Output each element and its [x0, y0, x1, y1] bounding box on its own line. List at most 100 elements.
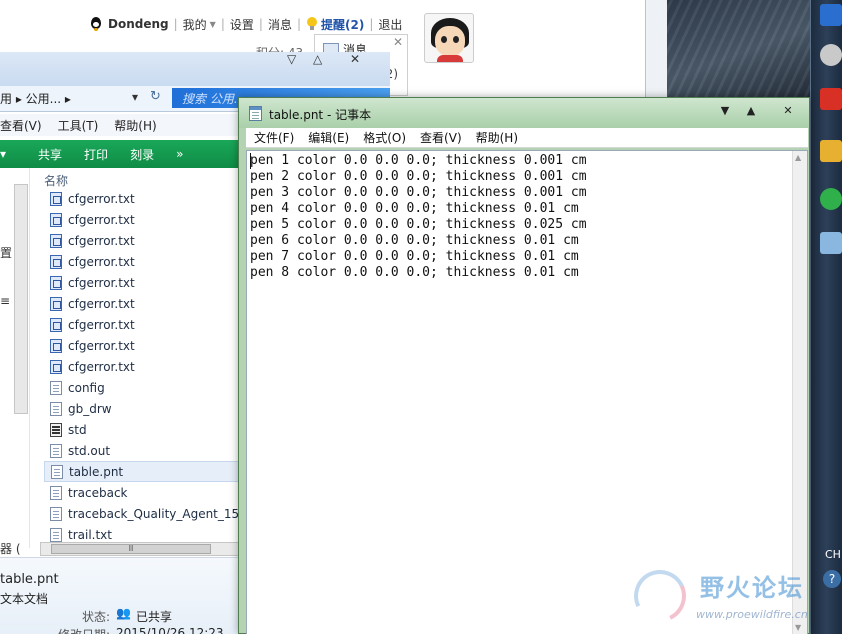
document-icon[interactable]: [820, 88, 842, 110]
list-item[interactable]: std: [44, 419, 240, 440]
scroll-up-icon[interactable]: ▲: [795, 153, 801, 162]
refresh-icon[interactable]: ↻: [150, 89, 161, 104]
list-item[interactable]: cfgerror.txt: [44, 314, 240, 335]
text-line[interactable]: pen 8 color 0.0 0.0 0.0; thickness 0.01 …: [250, 265, 587, 281]
nav-label[interactable]: 器 (: [0, 540, 21, 557]
notepad-icon: [249, 106, 262, 121]
file-name: cfgerror.txt: [68, 275, 135, 290]
list-item[interactable]: cfgerror.txt: [44, 293, 240, 314]
qq-penguin-icon: [88, 16, 104, 32]
batch-file-icon: [50, 422, 62, 437]
file-name: config: [68, 380, 105, 395]
watermark-title: 野火论坛: [700, 574, 804, 602]
file-name: cfgerror.txt: [68, 254, 135, 269]
remind-link[interactable]: 提醒(2): [321, 16, 364, 33]
divider: |: [220, 17, 225, 31]
watermark-url: www.proewildfire.cn: [696, 608, 808, 621]
text-line[interactable]: pen 2 color 0.0 0.0 0.0; thickness 0.001…: [250, 169, 587, 185]
menu-view[interactable]: 查看(V): [0, 117, 42, 134]
chevron-down-icon[interactable]: ▾: [132, 90, 138, 104]
chevron-down-icon[interactable]: ▼: [210, 20, 216, 29]
horizontal-scrollbar[interactable]: Ⅲ: [40, 542, 240, 556]
disk-icon[interactable]: [820, 44, 842, 66]
list-item[interactable]: cfgerror.txt: [44, 251, 240, 272]
close-icon[interactable]: ✕: [350, 52, 360, 66]
avatar[interactable]: [424, 13, 474, 63]
settings-link[interactable]: 设置: [230, 16, 254, 33]
explorer-titlebar: ▽ △ ✕: [0, 52, 390, 88]
text-line[interactable]: pen 4 color 0.0 0.0 0.0; thickness 0.01 …: [250, 201, 587, 217]
vertical-scrollbar[interactable]: ▲ ▼: [792, 151, 807, 634]
editor-content[interactable]: pen 1 color 0.0 0.0 0.0; thickness 0.001…: [250, 153, 587, 281]
burn-button[interactable]: 刻录: [130, 146, 154, 163]
text-line[interactable]: pen 7 color 0.0 0.0 0.0; thickness 0.01 …: [250, 249, 587, 265]
share-button[interactable]: 共享: [38, 146, 62, 163]
breadcrumb[interactable]: 用 ▸ 公用... ▸: [0, 90, 71, 107]
app-icon[interactable]: [820, 4, 842, 26]
divider: |: [258, 17, 263, 31]
text-line[interactable]: pen 5 color 0.0 0.0 0.0; thickness 0.025…: [250, 217, 587, 233]
details-file-type: 文本文档: [0, 592, 49, 606]
text-editor[interactable]: pen 1 color 0.0 0.0 0.0; thickness 0.001…: [246, 150, 808, 634]
list-item[interactable]: cfgerror.txt: [44, 356, 240, 377]
minimize-icon[interactable]: ▽: [287, 52, 296, 66]
menu-help[interactable]: 帮助(H): [114, 117, 156, 134]
folder-icon[interactable]: [820, 140, 842, 162]
menu-view[interactable]: 查看(V): [420, 129, 462, 146]
list-item[interactable]: cfgerror.txt: [44, 335, 240, 356]
menu-file[interactable]: 文件(F): [254, 129, 294, 146]
text-file-icon: [50, 380, 62, 395]
menu-format[interactable]: 格式(O): [363, 129, 406, 146]
nav-scrollbar[interactable]: [14, 184, 28, 414]
notepad-titlebar[interactable]: table.pnt - 记事本 ▼ ▲ ✕: [239, 98, 809, 128]
config-file-icon: [50, 338, 62, 353]
users-icon: 👥: [116, 606, 131, 620]
list-item[interactable]: traceback_Quality_Agent_15_08_: [44, 503, 240, 524]
language-indicator[interactable]: CH: [825, 548, 841, 561]
close-icon[interactable]: ✕: [393, 35, 403, 49]
column-header-name[interactable]: 名称: [44, 172, 68, 189]
text-file-icon: [50, 443, 62, 458]
nav-label[interactable]: 置: [0, 244, 12, 261]
list-item[interactable]: cfgerror.txt: [44, 230, 240, 251]
avatar-shirt: [437, 55, 463, 62]
list-item[interactable]: table.pnt: [44, 461, 240, 482]
menu-edit[interactable]: 编辑(E): [308, 129, 349, 146]
list-item[interactable]: cfgerror.txt: [44, 272, 240, 293]
text-line[interactable]: pen 1 color 0.0 0.0 0.0; thickness 0.001…: [250, 153, 587, 169]
list-item[interactable]: config: [44, 377, 240, 398]
text-file-icon: [50, 527, 62, 542]
minimize-icon[interactable]: ▼: [713, 102, 737, 120]
file-name: table.pnt: [69, 464, 124, 479]
text-line[interactable]: pen 3 color 0.0 0.0 0.0; thickness 0.001…: [250, 185, 587, 201]
messages-link[interactable]: 消息: [268, 16, 292, 33]
list-item[interactable]: gb_drw: [44, 398, 240, 419]
file-name: cfgerror.txt: [68, 296, 135, 311]
details-modified-key: 修改日期:: [58, 626, 110, 634]
username-link[interactable]: Dondeng: [108, 17, 169, 31]
site-user-links: Dondeng | 我的 ▼ | 设置 | 消息 | 提醒(2) | 退出: [88, 15, 402, 33]
maximize-icon[interactable]: △: [313, 52, 322, 66]
my-link[interactable]: 我的: [183, 16, 207, 33]
menu-tools[interactable]: 工具(T): [58, 117, 99, 134]
list-item[interactable]: cfgerror.txt: [44, 188, 240, 209]
scroll-thumb[interactable]: Ⅲ: [51, 544, 211, 554]
window-icon[interactable]: [820, 232, 842, 254]
avatar-eye: [441, 36, 447, 43]
print-button[interactable]: 打印: [84, 146, 108, 163]
close-icon[interactable]: ✕: [776, 102, 800, 120]
maximize-icon[interactable]: ▲: [739, 102, 763, 120]
list-icon: ≡: [0, 294, 11, 308]
list-item[interactable]: std.out: [44, 440, 240, 461]
logout-link[interactable]: 退出: [378, 16, 402, 33]
lightbulb-icon: [306, 17, 318, 31]
more-button[interactable]: »: [176, 147, 183, 161]
file-name: trail.txt: [68, 527, 112, 542]
refresh-icon[interactable]: [820, 188, 842, 210]
list-item[interactable]: cfgerror.txt: [44, 209, 240, 230]
list-item[interactable]: traceback: [44, 482, 240, 503]
text-file-icon: [51, 464, 63, 479]
text-line[interactable]: pen 6 color 0.0 0.0 0.0; thickness 0.01 …: [250, 233, 587, 249]
menu-help[interactable]: 帮助(H): [476, 129, 518, 146]
chevron-down-icon[interactable]: ▾: [0, 147, 6, 161]
